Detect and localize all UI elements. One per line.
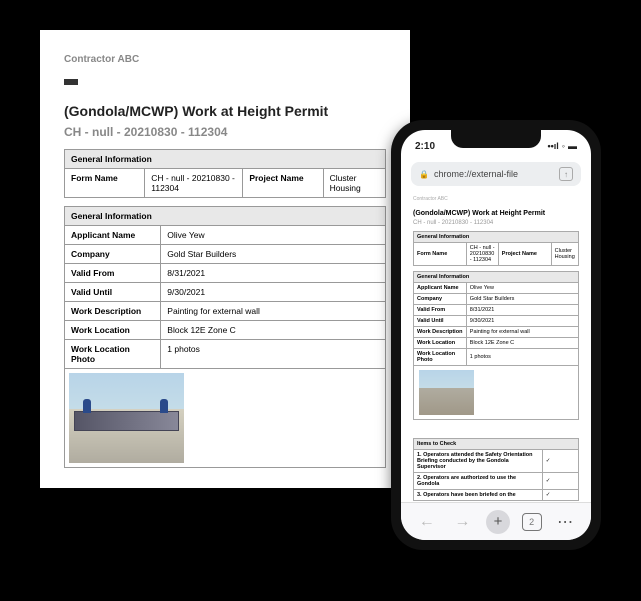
status-time: 2:10: [415, 141, 435, 152]
company-value: Gold Star Builders: [161, 245, 386, 264]
company-label: Company: [65, 245, 161, 264]
phone-page-content[interactable]: Contractor ABC (Gondola/MCWP) Work at He…: [401, 192, 591, 502]
url-text: chrome://external-file: [434, 169, 518, 179]
details-table: General Information Applicant NameOlive …: [64, 206, 386, 468]
phone-mockup: 2:10 ••ıl ◦ ▬ 🔒 chrome://external-file ↑…: [391, 120, 601, 550]
gondola-photo: [69, 373, 184, 463]
p-title: (Gondola/MCWP) Work at Height Permit: [413, 210, 579, 217]
browser-nav-bar: ← → + 2 ⋯: [401, 502, 591, 540]
contractor-label: Contractor ABC: [64, 54, 386, 65]
section-header-2: General Information: [65, 207, 386, 226]
menu-button[interactable]: ⋯: [553, 512, 577, 532]
battery-icon: ▬: [568, 141, 577, 151]
signal-icon: ••ıl: [547, 141, 558, 151]
new-tab-button[interactable]: +: [486, 510, 510, 534]
project-name-value: Cluster Housing: [323, 169, 385, 198]
workdesc-label: Work Description: [65, 302, 161, 321]
workloc-label: Work Location: [65, 321, 161, 340]
p-details-table: General Information Applicant NameOlive …: [413, 271, 579, 420]
p-check-table: Items to Check 1. Operators attended the…: [413, 438, 579, 501]
back-button[interactable]: ←: [415, 513, 439, 531]
wifi-icon: ◦: [562, 141, 565, 151]
p-form-table: General Information Form Name CH - null …: [413, 231, 579, 266]
workdesc-value: Painting for external wall: [161, 302, 386, 321]
form-name-value: CH - null - 20210830 - 112304: [145, 169, 243, 198]
share-icon[interactable]: ↑: [559, 167, 573, 181]
lock-icon: 🔒: [419, 170, 429, 179]
form-name-label: Form Name: [65, 169, 145, 198]
phone-screen: 2:10 ••ıl ◦ ▬ 🔒 chrome://external-file ↑…: [401, 130, 591, 540]
validfrom-value: 8/31/2021: [161, 264, 386, 283]
p-photo: [419, 370, 474, 415]
workphoto-label: Work Location Photo: [65, 340, 161, 369]
tabs-button[interactable]: 2: [522, 513, 542, 531]
form-info-table: General Information Form Name CH - null …: [64, 149, 386, 198]
section-header-1: General Information: [65, 150, 386, 169]
phone-notch: [451, 130, 541, 148]
photo-cell: [65, 369, 386, 468]
document-title: (Gondola/MCWP) Work at Height Permit: [64, 103, 386, 119]
workphoto-value: 1 photos: [161, 340, 386, 369]
p-subtitle: CH - null - 20210830 - 112304: [413, 220, 579, 226]
validuntil-label: Valid Until: [65, 283, 161, 302]
logo-icon: [64, 79, 78, 85]
validfrom-label: Valid From: [65, 264, 161, 283]
workloc-value: Block 12E Zone C: [161, 321, 386, 340]
document-page: Contractor ABC (Gondola/MCWP) Work at He…: [40, 30, 410, 488]
applicant-value: Olive Yew: [161, 226, 386, 245]
validuntil-value: 9/30/2021: [161, 283, 386, 302]
url-bar[interactable]: 🔒 chrome://external-file ↑: [411, 162, 581, 186]
document-subtitle: CH - null - 20210830 - 112304: [64, 125, 386, 139]
forward-button[interactable]: →: [450, 513, 474, 531]
applicant-label: Applicant Name: [65, 226, 161, 245]
p-contractor: Contractor ABC: [413, 196, 579, 202]
project-name-label: Project Name: [243, 169, 323, 198]
